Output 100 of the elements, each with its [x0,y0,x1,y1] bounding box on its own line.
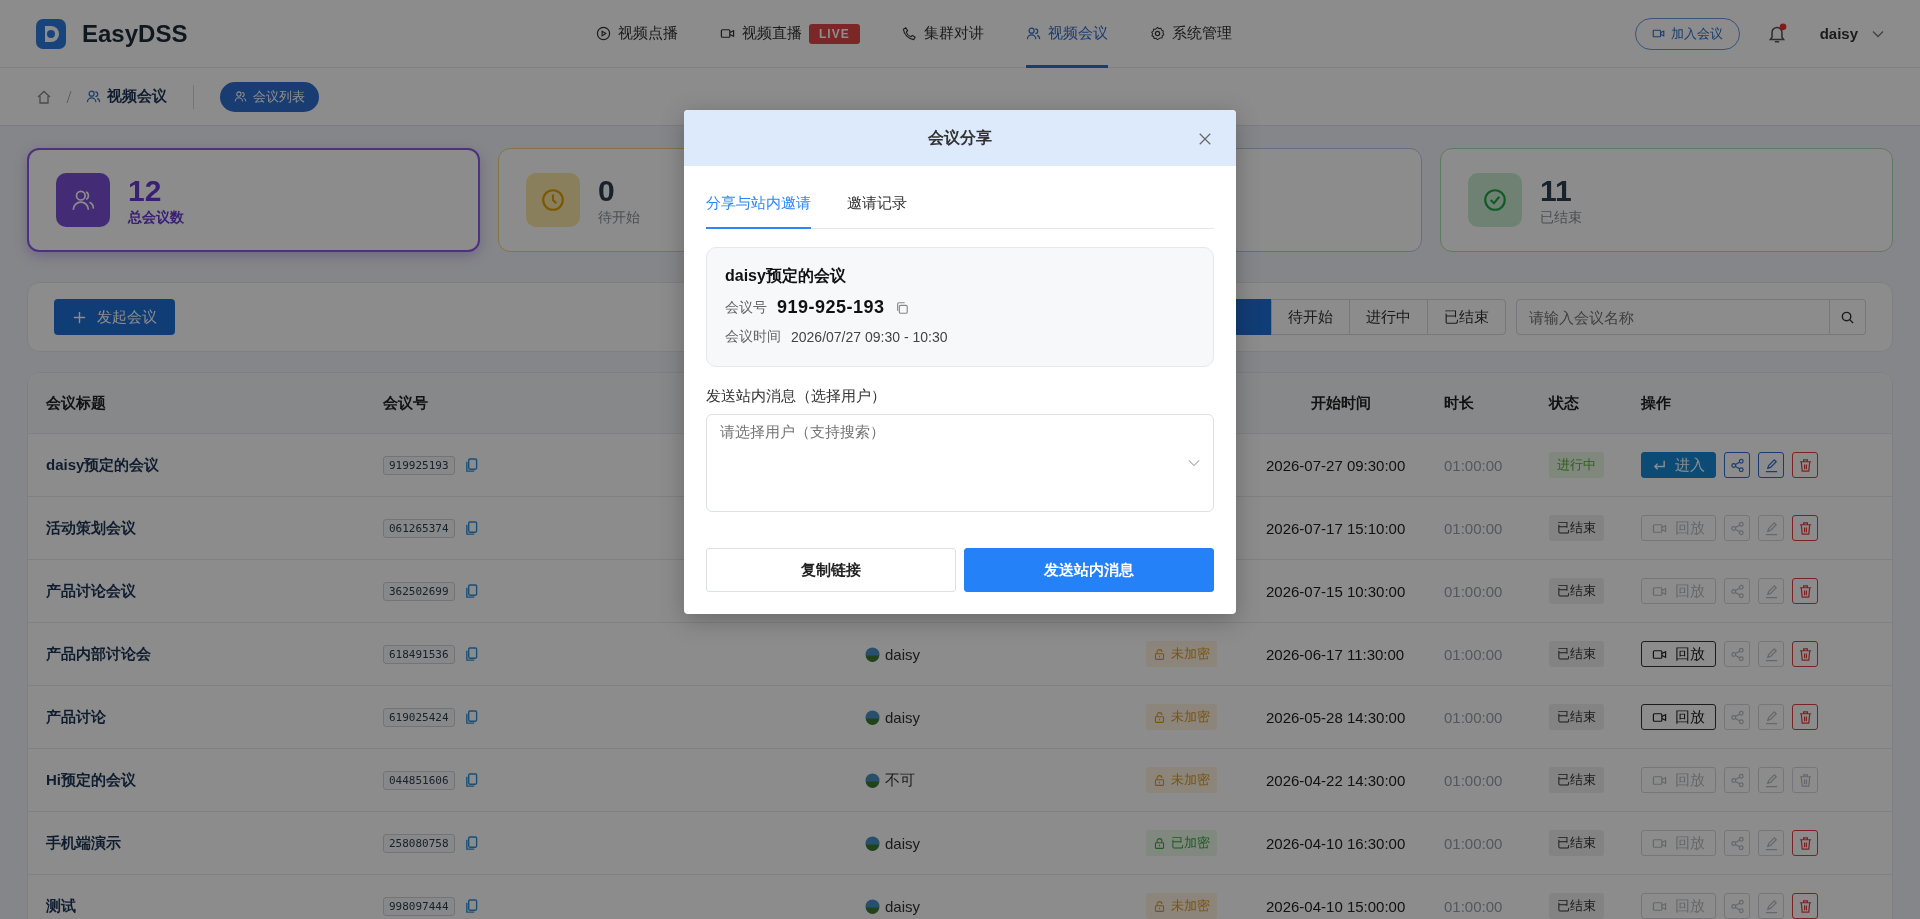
send-message-button[interactable]: 发送站内消息 [964,548,1214,592]
creator-name: 不可 [885,770,915,790]
stat-value: 0 [598,173,616,207]
copy-icon[interactable] [464,772,478,788]
nav-tab[interactable]: 视频直播 LIVE [720,0,860,68]
meeting-number: 061265374 [383,518,455,538]
caret-icon[interactable] [1872,29,1884,38]
nav-tab[interactable]: 集群对讲 [901,0,984,68]
avatar-icon [865,898,880,914]
current-page-tag[interactable]: 会议列表 [220,81,319,112]
trash-icon [1797,646,1813,662]
meeting-title[interactable]: daisy预定的会议 [46,455,160,475]
status-tag: 已结束 [1549,515,1604,541]
column-header: 开始时间 [1311,393,1371,413]
filter-tab[interactable]: 已结束 [1427,299,1506,335]
meeting-title: daisy预定的会议 [725,266,847,286]
meeting-title[interactable]: 手机端演示 [46,833,121,853]
join-meeting-button[interactable]: 加入会议 [1634,17,1740,50]
start-time: 2026-04-22 14:30:00 [1266,771,1406,789]
column-header: 时长 [1444,393,1474,413]
share-icon [1729,646,1745,662]
copy-icon[interactable] [464,457,478,473]
clock-icon [526,173,580,227]
close-icon[interactable] [1198,132,1212,146]
filter-tab[interactable]: 待开始 [1271,299,1350,335]
enter-button[interactable]: 进入 [1641,452,1716,478]
meeting-title[interactable]: 产品讨论会议 [46,581,136,601]
encryption-tag: 已加密 [1146,830,1217,856]
share-icon [1729,583,1745,599]
duration: 01:00:00 [1444,582,1503,600]
column-header: 状态 [1549,393,1579,413]
stat-card[interactable]: 11 已结束 [1440,148,1893,252]
stat-label: 总会议数 [128,208,184,227]
avatar-icon [865,709,880,725]
start-time: 2026-04-10 15:00:00 [1266,897,1406,915]
dialog-title: 会议分享 [928,127,992,148]
share-icon [1729,709,1745,725]
copy-icon[interactable] [464,835,478,851]
nav-tab[interactable]: 视频点播 [596,0,678,68]
delete-button[interactable] [1792,893,1818,919]
home-icon[interactable] [36,88,52,105]
encryption-tag: 未加密 [1146,893,1217,919]
meeting-title[interactable]: 测试 [46,896,76,916]
copy-link-button[interactable]: 复制链接 [706,548,956,592]
meeting-number-label: 会议号 [725,298,767,317]
dialog-tab[interactable]: 分享与站内邀请 [706,180,811,229]
trash-icon [1797,583,1813,599]
breadcrumb-link[interactable]: 视频会议 [86,87,167,106]
duration: 01:00:00 [1444,645,1503,663]
status-tag: 已结束 [1549,893,1604,919]
copy-icon[interactable] [464,646,478,662]
duration: 01:00:00 [1444,456,1503,474]
user-select-field[interactable]: 请选择用户（支持搜索） [706,414,1214,512]
dialog-tab[interactable]: 邀请记录 [847,180,907,229]
duration: 01:00:00 [1444,771,1503,789]
copy-icon[interactable] [464,898,478,914]
stat-card[interactable]: 12 总会议数 [27,148,480,252]
delete-button[interactable] [1792,515,1818,541]
delete-button[interactable] [1792,641,1818,667]
stat-value: 11 [1540,173,1573,207]
share-button[interactable] [1724,452,1750,478]
replay-button[interactable]: 回放 [1641,704,1716,730]
pencil-icon [1763,772,1779,788]
live-badge: LIVE [809,23,860,44]
meeting-title[interactable]: 产品内部讨论会 [46,644,151,664]
delete-button[interactable] [1792,452,1818,478]
pencil-icon [1763,646,1779,662]
meeting-title[interactable]: 活动策划会议 [46,518,136,538]
nav-tab[interactable]: 系统管理 [1149,0,1232,68]
creator-name: daisy [885,897,921,915]
edit-button[interactable] [1758,452,1784,478]
search-button[interactable] [1830,299,1866,335]
replay-button[interactable]: 回放 [1641,641,1716,667]
meeting-number: 044851606 [383,770,455,790]
copy-icon[interactable] [464,583,478,599]
pencil-icon [1763,835,1779,851]
camera-icon [720,26,735,41]
copy-icon[interactable] [894,300,909,315]
pencil-icon [1763,898,1779,914]
copy-icon[interactable] [464,709,478,725]
status-tag: 已结束 [1549,767,1604,793]
copy-icon[interactable] [464,520,478,536]
meeting-title[interactable]: Hi预定的会议 [46,770,136,790]
stat-value: 12 [128,173,163,207]
delete-button[interactable] [1792,578,1818,604]
filter-tab[interactable]: 进行中 [1349,299,1428,335]
play-icon [596,26,611,41]
creator-name: daisy [885,645,921,663]
start-time: 2026-06-17 11:30:00 [1266,645,1405,663]
encryption-tag: 未加密 [1146,704,1217,730]
trash-icon [1797,772,1813,788]
create-meeting-button[interactable]: 发起会议 [54,299,175,335]
trash-icon [1797,835,1813,851]
start-time: 2026-04-10 16:30:00 [1266,834,1406,852]
search-field[interactable]: 请输入会议名称 [1516,299,1830,335]
delete-button[interactable] [1792,704,1818,730]
meeting-number: 362502699 [383,581,455,601]
user-menu[interactable]: daisy [1819,25,1858,42]
delete-button[interactable] [1792,830,1818,856]
meeting-title[interactable]: 产品讨论 [46,707,106,727]
